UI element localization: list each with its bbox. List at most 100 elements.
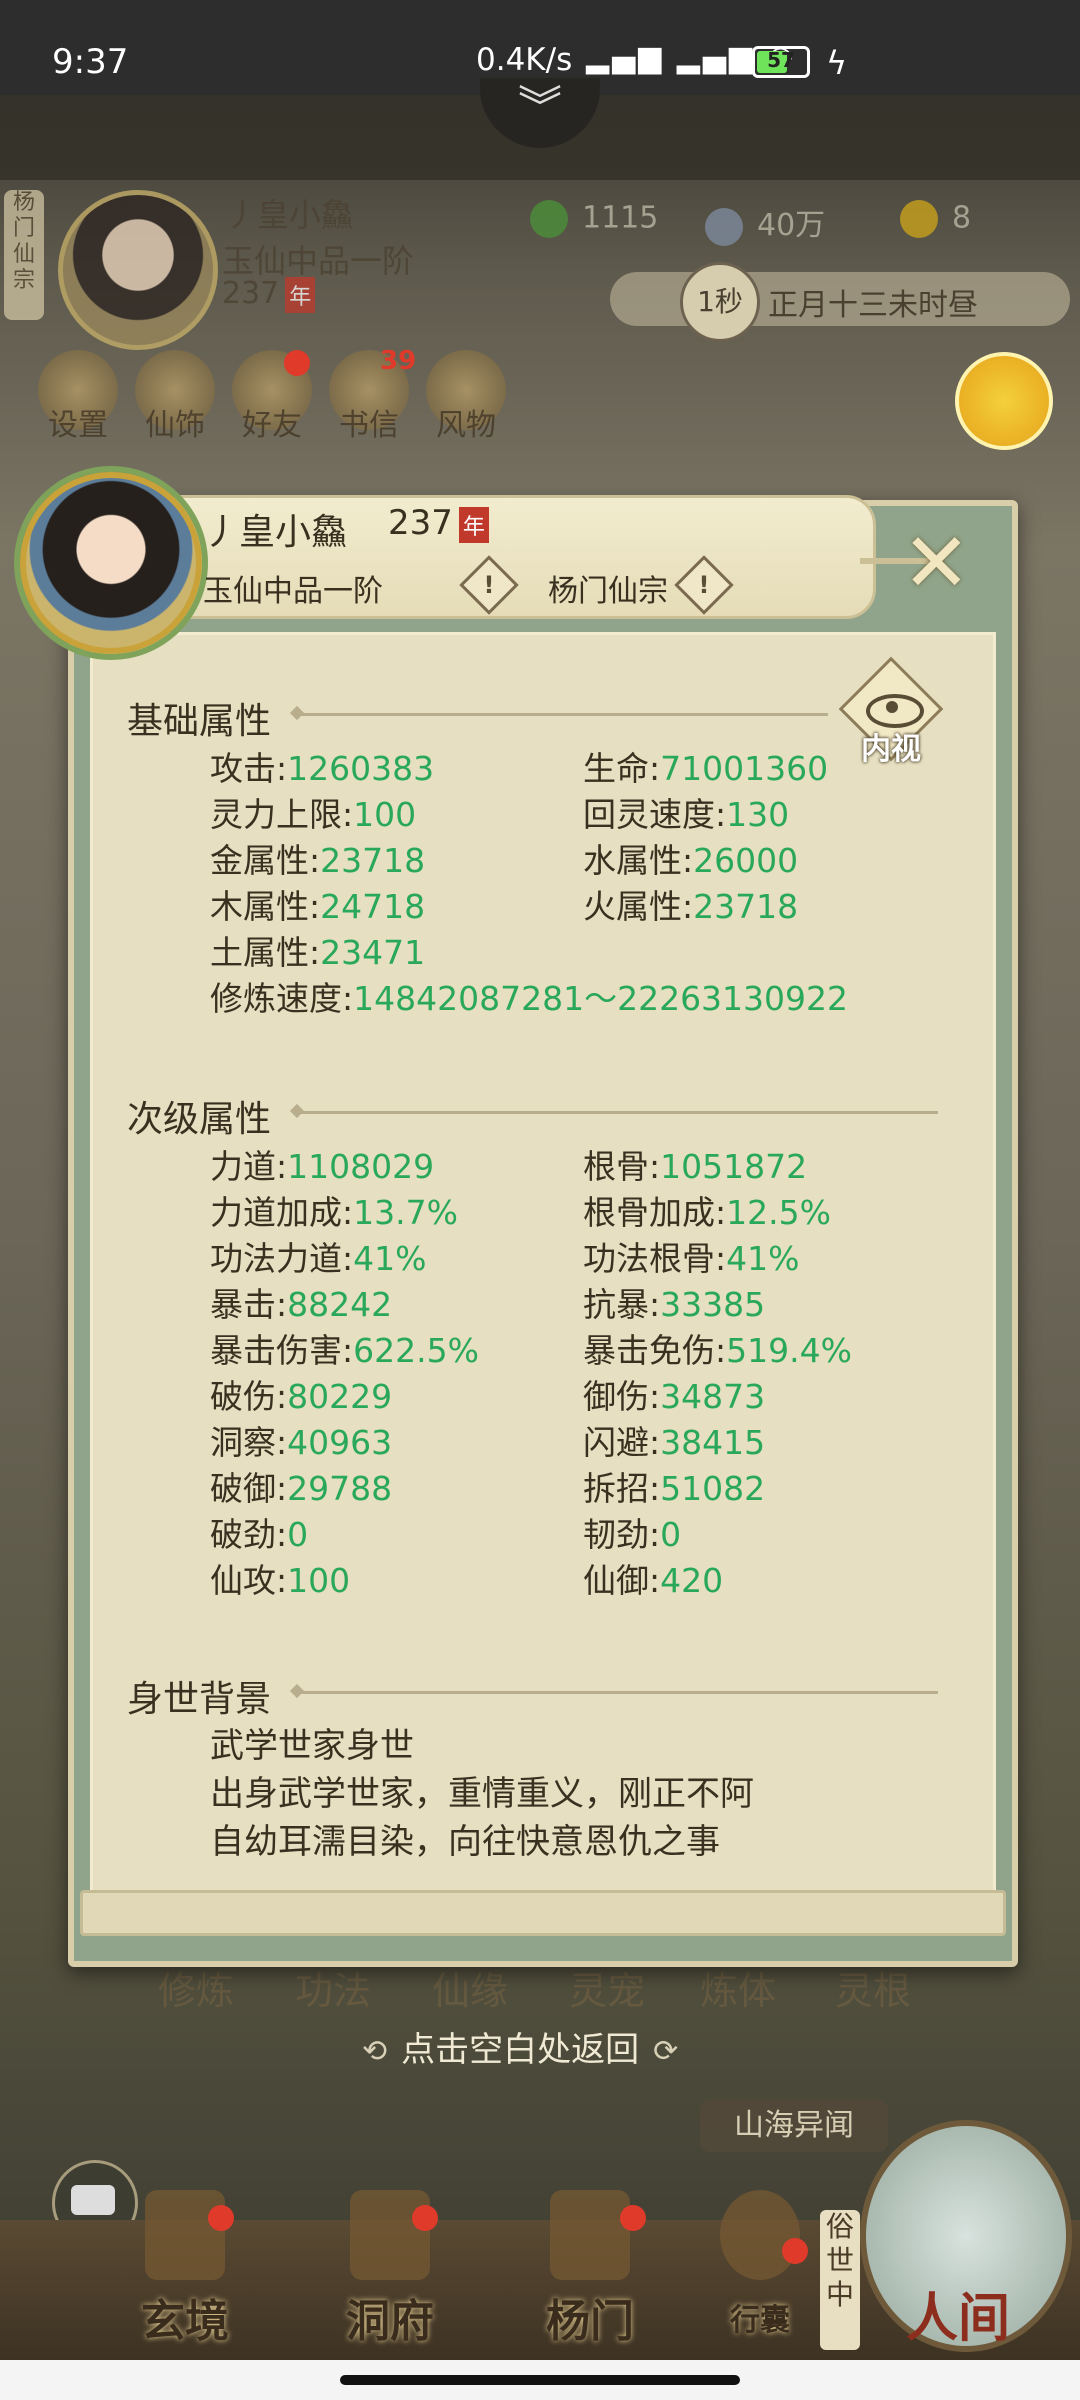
stat-value: 24718 [320,887,426,926]
menu-letters-label[interactable]: 书信 [321,400,417,444]
resource-gold-value: 8 [952,200,972,236]
menu-scenery-label[interactable]: 风物 [418,400,514,444]
basic-attributes-title: 基础属性 [127,701,272,742]
battery-icon: 57 [752,46,810,78]
nav-sect[interactable]: 杨门 [525,2180,655,2347]
stat-value: 23718 [693,887,799,926]
notification-dot [412,2205,438,2231]
stat-label: 土属性: [210,933,321,972]
stat-label: 抗暴: [583,1285,661,1324]
character-sect: 杨门仙宗 [548,574,668,609]
menu-settings-label[interactable]: 设置 [30,400,126,444]
stat-immortal-attack: 仙攻:100 [210,1554,350,1602]
stat-immortal-defense: 仙御:420 [583,1554,723,1602]
stat-crit: 暴击:88242 [210,1278,392,1326]
swirl-decoration-icon: ⟳ [653,2034,679,2069]
resource-gold[interactable]: 8 [900,200,971,238]
stat-value: 622.5% [353,1331,479,1370]
stat-value: 71001360 [660,749,829,788]
stat-insight: 洞察:40963 [210,1416,392,1464]
stat-value: 80229 [287,1377,393,1416]
tab-fate[interactable]: 仙缘 [432,1960,508,2015]
back-hint-text: 点击空白处返回 [401,2030,640,2070]
stat-label: 拆招: [583,1469,661,1508]
dialog-bottom-scroll [80,1890,1006,1936]
tab-pets[interactable]: 灵宠 [569,1960,645,2015]
realm-icon [145,2190,225,2280]
stat-technique-constitution: 功法根骨:41% [583,1232,799,1280]
stat-label: 水属性: [583,841,694,880]
network-speed: 0.4K/s [476,42,573,78]
tab-body[interactable]: 炼体 [700,1960,776,2015]
stat-earth: 土属性:23471 [210,926,425,974]
player-name: 丿皇小鱻 [225,196,354,234]
stat-cultivation-speed: 修炼速度:14842087281～22263130922 [210,972,848,1020]
menu-costume-label[interactable]: 仙饰 [127,400,223,444]
nav-mystic-realm[interactable]: 玄境 [120,2180,250,2347]
stat-label: 力道: [210,1147,288,1186]
stat-constitution: 根骨:1051872 [583,1140,807,1188]
nav-label: 杨门 [546,2296,634,2347]
gold-trophy-icon [900,200,938,238]
stat-guard: 御伤:34873 [583,1370,765,1418]
tap-to-return-hint[interactable]: ⟲ 点击空白处返回 ⟳ [348,2022,692,2071]
secular-world-toggle[interactable]: 俗世中 [820,2210,860,2350]
stat-label: 攻击: [210,749,288,788]
stat-value: 1108029 [287,1147,435,1186]
charging-icon: ϟ [826,44,848,82]
background-line: 武学世家身世 [210,1726,414,1766]
player-avatar[interactable] [58,190,218,350]
clock: 9:37 [52,42,129,82]
inner-view-button[interactable]: 内视 [838,656,944,767]
stat-label: 破御: [210,1469,288,1508]
stat-value: 40963 [287,1423,393,1462]
player-age: 237 年 [222,276,316,313]
swirl-decoration-icon: ⟲ [362,2034,388,2069]
menu-friends-label[interactable]: 好友 [224,400,320,444]
stat-label: 火属性: [583,887,694,926]
resource-jade[interactable]: 1115 [530,200,658,238]
jade-leaf-icon [530,200,568,238]
time-speed-button[interactable]: 1秒 [680,262,760,342]
cave-icon [350,2190,430,2280]
background-story-title: 身世背景 [127,1679,272,1720]
stat-value: 130 [726,795,790,834]
world-label: 人间 [906,2289,1011,2349]
close-button[interactable]: ✕ [860,510,990,611]
resource-coin-value: 40万 [757,208,826,243]
stat-value: 41% [726,1239,800,1278]
stat-label: 木属性: [210,887,321,926]
game-time-bar[interactable]: 1秒 正月十三未时昼 [610,262,1070,342]
character-age: 237 年 [388,503,489,543]
stat-label: 金属性: [210,841,321,880]
stat-label: 暴击伤害: [210,1331,354,1370]
stat-label: 功法根骨: [583,1239,727,1278]
stat-value: 1051872 [660,1147,808,1186]
stat-value: 100 [287,1561,351,1600]
mascot-event-icon[interactable] [955,352,1053,450]
stat-pierce: 破伤:80229 [210,1370,392,1418]
sect-badge[interactable]: 杨门仙宗 [4,190,44,320]
tab-cultivate[interactable]: 修炼 [158,1960,234,2015]
stat-value: 420 [660,1561,724,1600]
friends-notification-dot [284,350,310,376]
stat-value: 100 [353,795,417,834]
nav-cave[interactable]: 洞府 [325,2180,455,2347]
inner-view-label: 内视 [861,732,921,767]
resource-coin[interactable]: 40万 [705,200,825,246]
stat-value: 1260383 [287,749,435,788]
world-button[interactable]: 人间 [860,2120,1072,2352]
stat-crit-damage-reduction: 暴击免伤:519.4% [583,1324,852,1372]
news-button[interactable]: 山海异闻 [700,2100,888,2152]
stat-value: 13.7% [353,1193,458,1232]
stat-value: 0 [660,1515,682,1554]
nav-label: 玄境 [141,2296,229,2347]
stat-label: 闪避: [583,1423,661,1462]
tab-spirit-root[interactable]: 灵根 [835,1960,911,2015]
stat-attack: 攻击:1260383 [210,742,434,790]
home-gesture-bar[interactable] [340,2375,740,2385]
tab-techniques[interactable]: 功法 [295,1960,371,2015]
stat-constitution-bonus: 根骨加成:12.5% [583,1186,831,1234]
stat-label: 根骨加成: [583,1193,727,1232]
player-age-value: 237 [222,276,280,311]
